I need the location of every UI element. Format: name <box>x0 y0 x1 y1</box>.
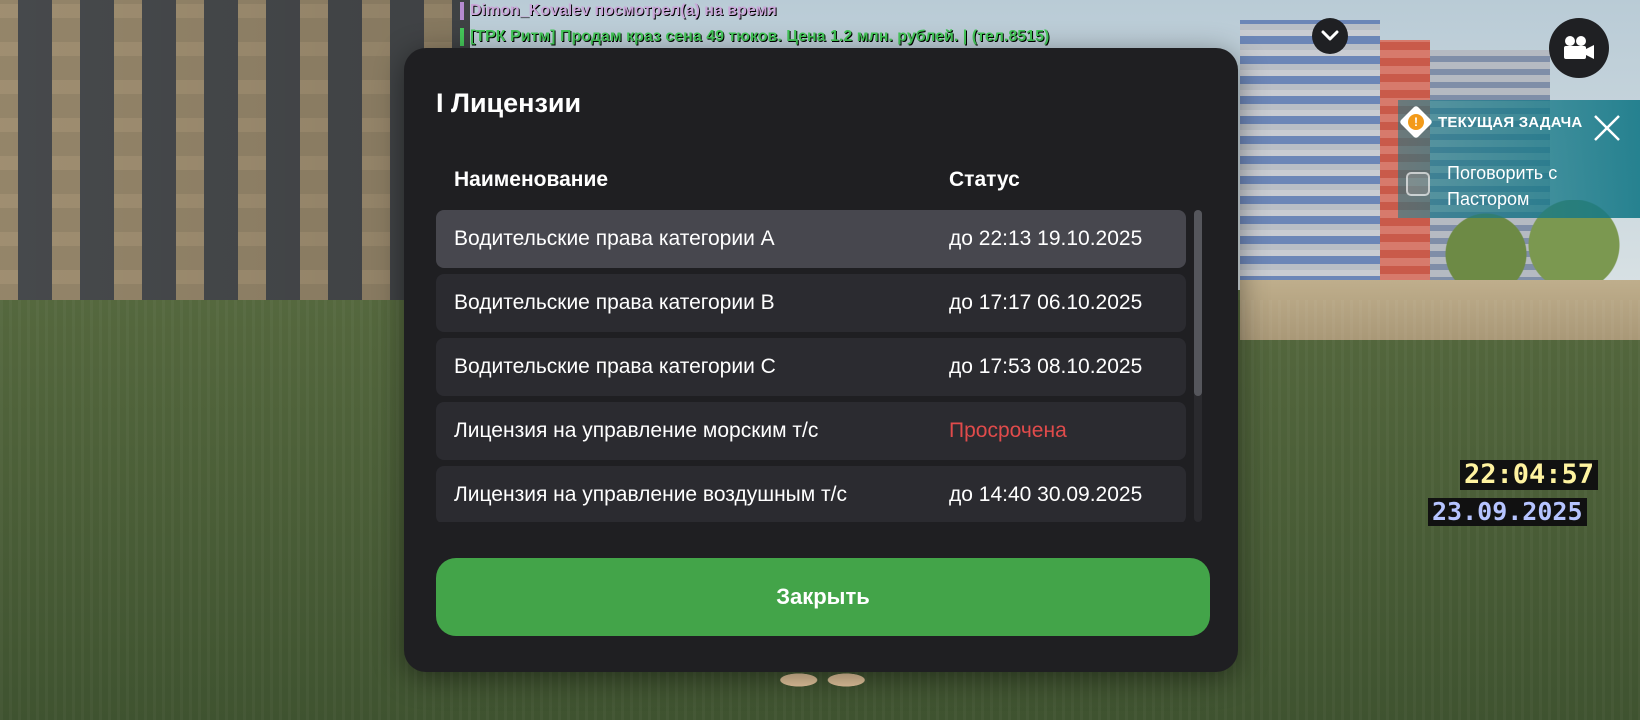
modal-title: I Лицензии <box>436 88 582 118</box>
scrollbar-thumb[interactable] <box>1194 210 1202 396</box>
warning-icon: ! <box>1399 105 1433 139</box>
close-icon[interactable] <box>1592 113 1622 143</box>
clock-time: 22:04:57 <box>1460 460 1599 490</box>
camera-button[interactable] <box>1549 18 1609 78</box>
licenses-modal: I Лицензии Наименование Статус Водительс… <box>404 48 1238 672</box>
license-name: Водительские права категории C <box>454 355 776 378</box>
chat-message-text: [ТРК Ритм] Продам краз сена 49 тюков. Це… <box>470 28 1050 46</box>
license-row[interactable]: Водительские права категории C до 17:53 … <box>436 338 1186 396</box>
chat-message: [ТРК Ритм] Продам краз сена 49 тюков. Це… <box>460 28 1049 46</box>
licenses-list[interactable]: Водительские права категории A до 22:13 … <box>436 210 1186 522</box>
task-checkbox[interactable] <box>1406 172 1430 196</box>
license-name: Водительские права категории A <box>454 227 775 250</box>
column-header-name: Наименование <box>454 168 609 191</box>
license-row[interactable]: Лицензия на управление воздушным т/с до … <box>436 466 1186 522</box>
license-status: до 17:53 08.10.2025 <box>949 355 1143 378</box>
current-task-title: ТЕКУЩАЯ ЗАДАЧА <box>1438 113 1583 131</box>
clock-date: 23.09.2025 <box>1428 498 1587 526</box>
warning-icon-glyph: ! <box>1408 114 1424 130</box>
license-name: Лицензия на управление морским т/с <box>454 419 819 442</box>
chat-message-marker <box>460 2 464 20</box>
video-camera-icon <box>1564 36 1594 59</box>
chevron-down-icon <box>1321 30 1339 41</box>
current-task-header: ! ТЕКУЩАЯ ЗАДАЧА <box>1399 105 1583 139</box>
building-right <box>1240 20 1380 290</box>
license-name: Лицензия на управление воздушным т/с <box>454 483 847 506</box>
current-task-text: Поговорить с Пастором <box>1447 163 1558 209</box>
chat-message: Dimon_Kovalev посмотрел(а) на время <box>460 2 777 20</box>
license-row[interactable]: Водительские права категории A до 22:13 … <box>436 210 1186 268</box>
collapse-button[interactable] <box>1312 18 1348 54</box>
license-status: до 17:17 06.10.2025 <box>949 291 1143 314</box>
license-row[interactable]: Водительские права категории B до 17:17 … <box>436 274 1186 332</box>
license-status: до 14:40 30.09.2025 <box>949 483 1143 506</box>
chat-message-marker <box>460 28 464 46</box>
license-status: до 22:13 19.10.2025 <box>949 227 1143 250</box>
close-button[interactable]: Закрыть <box>436 558 1210 636</box>
license-row[interactable]: Лицензия на управление морским т/с Проср… <box>436 402 1186 460</box>
license-name: Водительские права категории B <box>454 291 775 314</box>
license-status: Просрочена <box>949 419 1067 442</box>
chat-message-text: Dimon_Kovalev посмотрел(а) на время <box>470 2 777 20</box>
column-header-status: Статус <box>949 168 1020 191</box>
